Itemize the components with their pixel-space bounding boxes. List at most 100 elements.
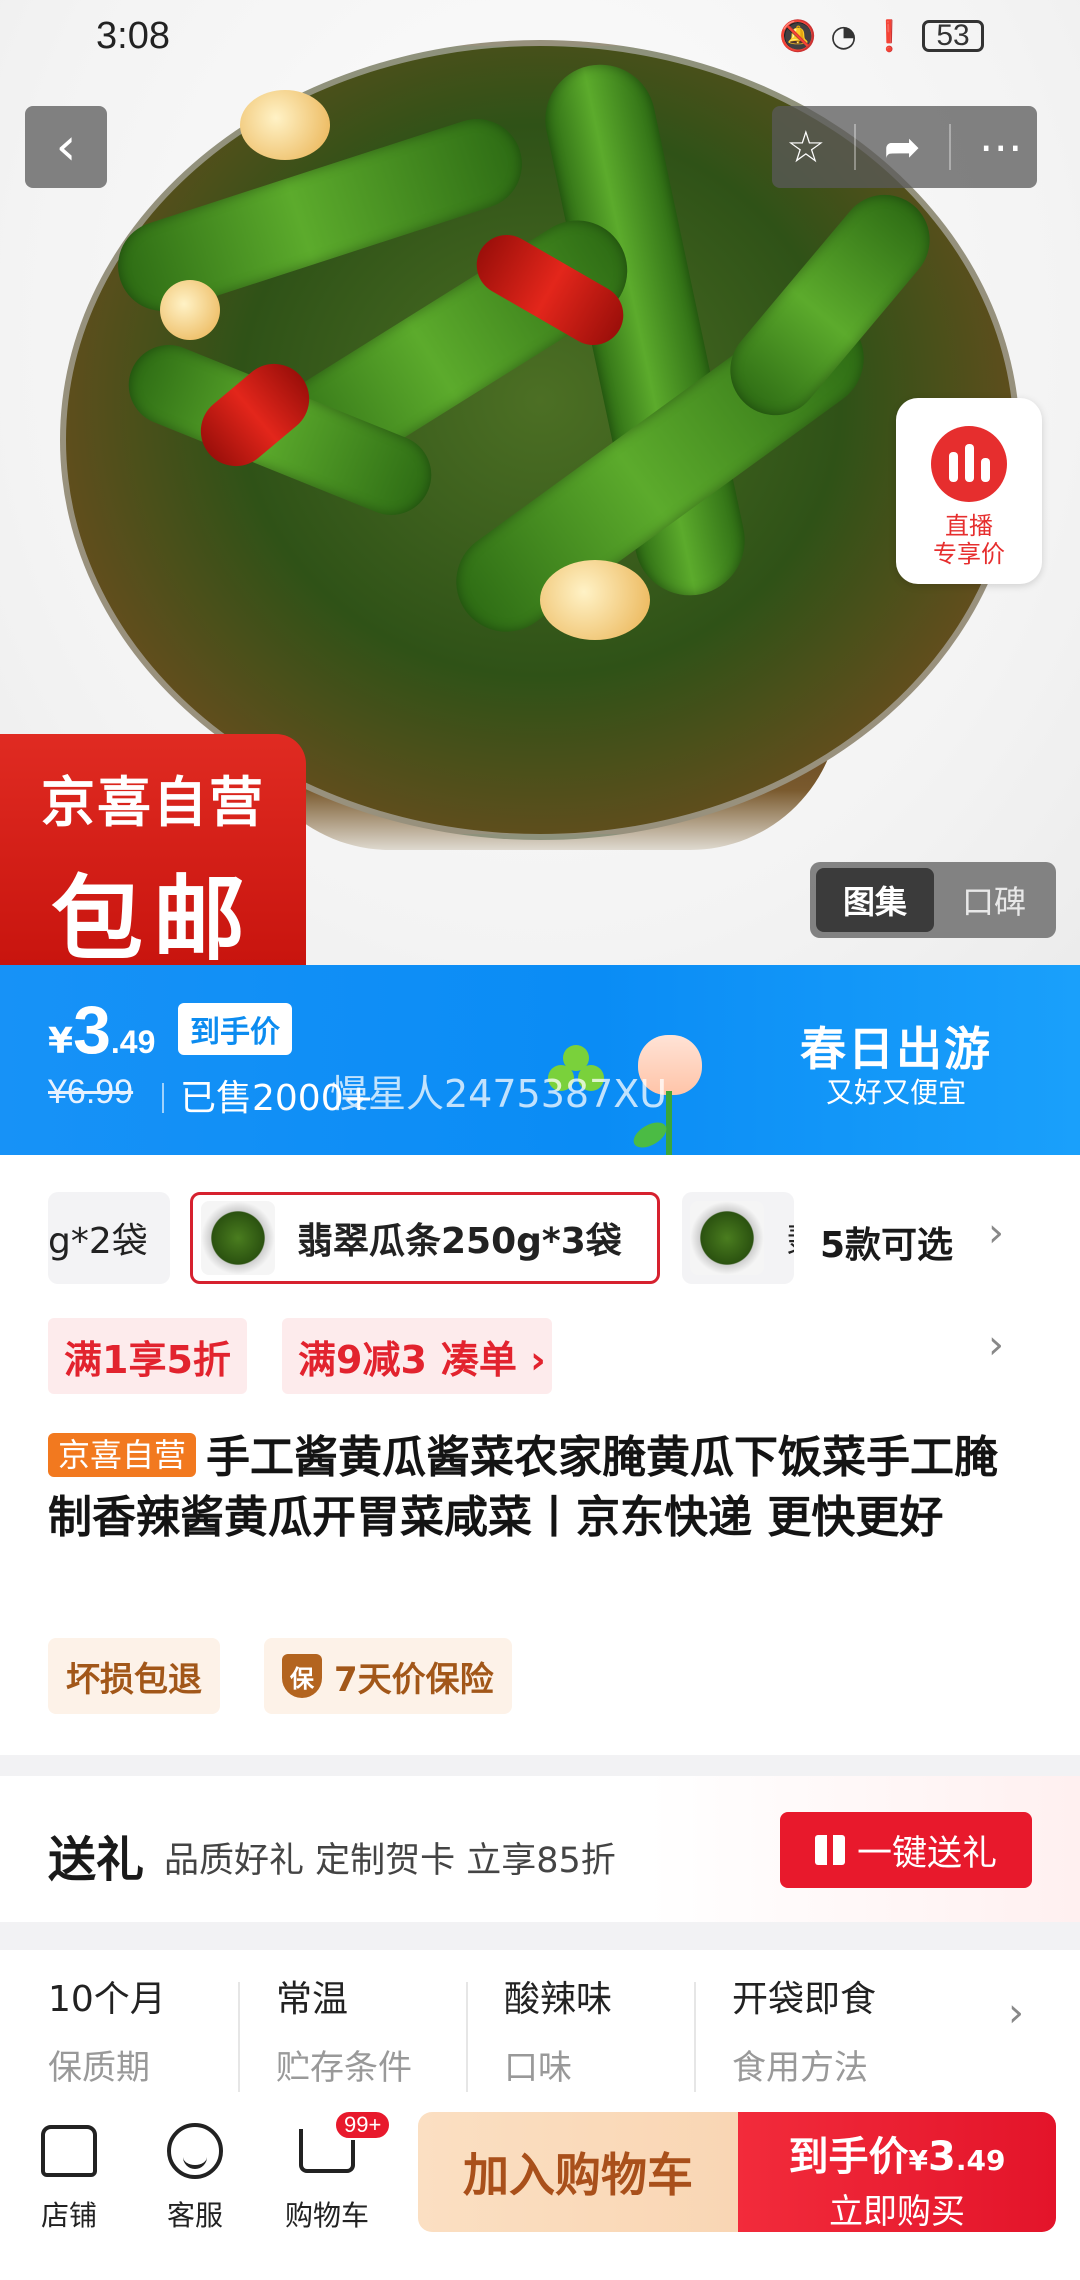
final-price-tag: 到手价 xyxy=(178,1003,292,1055)
buy-price-decimal: .49 xyxy=(955,2144,1006,2177)
attribute-key: 保质期 xyxy=(48,2048,150,2088)
sku-option[interactable]: g*2袋 xyxy=(48,1192,170,1284)
garlic-clove xyxy=(540,560,650,640)
status-bar: 3:08 🔕 ◔ ❗ 53 xyxy=(0,0,1080,72)
shield-icon: 保 xyxy=(282,1654,322,1698)
price-currency: ¥ xyxy=(48,1021,74,1062)
attribute-item: 常温 贮存条件 xyxy=(276,1970,476,2089)
service-tag[interactable]: 坏损包退 xyxy=(48,1638,220,1714)
mute-bell-icon: 🔕 xyxy=(779,18,817,54)
cart-button[interactable]: 99+ 购物车 xyxy=(272,2110,392,2234)
gift-icon xyxy=(814,1835,845,1865)
chevron-left-icon: ‹ xyxy=(55,117,77,177)
campaign-subtitle: 又好又便宜 xyxy=(826,1076,967,1109)
customer-service-icon xyxy=(167,2123,223,2179)
add-on-link[interactable]: 凑单 › xyxy=(441,1329,546,1384)
tab-reviews[interactable]: 口碑 xyxy=(938,868,1050,932)
add-to-cart-button[interactable]: 加入购物车 xyxy=(418,2112,738,2232)
self-operated-badge: 京喜自营 xyxy=(48,1433,197,1477)
attributes-row[interactable]: 10个月 保质期 常温 贮存条件 酸辣味 口味 开袋即食 食用方法 › xyxy=(0,1950,1080,2098)
chevron-right-icon[interactable]: › xyxy=(988,1210,1004,1256)
status-time: 3:08 xyxy=(96,14,170,57)
sku-thumbnail xyxy=(690,1201,764,1275)
attribute-key: 口味 xyxy=(504,2048,572,2088)
attribute-value: 常温 xyxy=(276,1979,349,2020)
sku-option-label: g*2袋 xyxy=(48,1221,148,1262)
divider xyxy=(466,1982,468,2092)
store-label: 店铺 xyxy=(40,2199,97,2232)
buy-price-currency: ¥ xyxy=(908,2144,929,2177)
service-tag-label: 7天价保险 xyxy=(334,1659,494,1700)
divider xyxy=(948,124,951,170)
divider xyxy=(162,1083,164,1113)
live-price-label: 直播 专享价 xyxy=(933,512,1005,568)
favorite-star-icon[interactable]: ☆ xyxy=(786,122,825,173)
buy-price-label: 到手价 xyxy=(788,2134,909,2180)
divider xyxy=(853,124,856,170)
live-price-button[interactable]: 直播 专享价 xyxy=(896,398,1042,584)
attribute-value: 酸辣味 xyxy=(504,1979,613,2020)
username-watermark: 慢星人2475387XU xyxy=(330,1072,668,1116)
price-decimal: .49 xyxy=(110,1024,156,1060)
sku-option-label: 翡 xyxy=(786,1212,794,1264)
gift-subtitle: 品质好礼 定制贺卡 立享85折 xyxy=(164,1841,616,1881)
status-icons: 🔕 ◔ ❗ 53 xyxy=(779,19,984,54)
gift-section: 送礼 品质好礼 定制贺卡 立享85折 一键送礼 xyxy=(0,1776,1080,1922)
customer-service-label: 客服 xyxy=(166,2199,223,2232)
promo-tag-label: 满9减3 xyxy=(298,1337,427,1382)
sku-option-label: 翡翠瓜条250g*3袋 xyxy=(297,1221,622,1262)
badge-line1: 京喜自营 xyxy=(41,771,265,834)
garlic-clove xyxy=(160,280,220,340)
send-gift-button[interactable]: 一键送礼 xyxy=(780,1812,1032,1888)
buy-now-price: 到手价¥3.49 xyxy=(738,2124,1056,2182)
price-bar: ¥ 3 .49 到手价 ¥6.99 已售2000+ 慢星人2475387XU 春… xyxy=(0,965,1080,1161)
promo-tag[interactable]: 满1享5折 xyxy=(48,1318,247,1394)
attribute-key: 贮存条件 xyxy=(276,2048,412,2088)
more-icon[interactable]: ⋯ xyxy=(979,122,1023,173)
sku-thumbnail xyxy=(201,1201,275,1275)
jingxi-free-shipping-badge: 京喜自营 包邮 xyxy=(0,734,306,965)
battery-icon: 53 xyxy=(922,19,984,52)
live-bars-icon xyxy=(931,426,1007,502)
alert-icon: ❗ xyxy=(870,18,908,54)
attribute-item: 开袋即食 食用方法 xyxy=(732,1970,932,2089)
gallery-toggle: 图集 口碑 xyxy=(810,862,1056,938)
sku-count[interactable]: 5款可选 xyxy=(820,1216,953,1268)
wifi-icon: ◔ xyxy=(830,18,857,54)
buy-now-button[interactable]: 到手价¥3.49 立即购买 xyxy=(738,2112,1056,2232)
sku-option[interactable]: 翡 xyxy=(682,1192,794,1284)
original-price: ¥6.99 xyxy=(48,1073,134,1111)
price-integer: 3 xyxy=(73,992,111,1068)
attribute-value: 10个月 xyxy=(48,1979,166,2020)
attribute-item: 酸辣味 口味 xyxy=(504,1970,704,2089)
tab-gallery[interactable]: 图集 xyxy=(816,868,934,932)
bottom-action-bar: 店铺 客服 99+ 购物车 加入购物车 到手价¥3.49 立即购买 xyxy=(0,2098,1080,2280)
top-action-group: ☆ ➦ ⋯ xyxy=(772,106,1037,188)
product-title: 京喜自营 手工酱黄瓜酱菜农家腌黄瓜下饭菜手工腌制香辣酱黄瓜开胃菜咸菜丨京东快递 更… xyxy=(48,1428,1038,1548)
promo-tag[interactable]: 满9减3 凑单 › xyxy=(282,1318,552,1394)
sku-option-selected[interactable]: 翡翠瓜条250g*3袋 xyxy=(190,1192,660,1284)
send-gift-label: 一键送礼 xyxy=(856,1833,997,1874)
sku-selector: g*2袋 翡翠瓜条250g*3袋 翡 5款可选 › xyxy=(0,1182,1080,1296)
product-detail-page: 3:08 🔕 ◔ ❗ 53 ‹ ☆ ➦ ⋯ 直播 专享价 京喜自营 包邮 图集 … xyxy=(0,0,1080,2280)
service-tag[interactable]: 保 7天价保险 xyxy=(264,1638,512,1714)
share-icon[interactable]: ➦ xyxy=(884,122,921,173)
buy-price-integer: 3 xyxy=(928,2134,956,2180)
divider xyxy=(238,1982,240,2092)
garlic-clove xyxy=(240,90,330,160)
customer-service-button[interactable]: 客服 xyxy=(140,2116,250,2234)
gift-title: 送礼 xyxy=(48,1832,145,1888)
cart-label: 购物车 xyxy=(284,2199,369,2232)
final-price: ¥ 3 .49 xyxy=(48,991,155,1069)
chevron-right-icon[interactable]: › xyxy=(1008,1990,1024,2036)
attribute-key: 食用方法 xyxy=(732,2048,868,2088)
back-button[interactable]: ‹ xyxy=(25,106,107,188)
promotion-row[interactable]: 满1享5折 满9减3 凑单 › › xyxy=(0,1310,1080,1402)
chevron-right-icon[interactable]: › xyxy=(988,1322,1004,1368)
attribute-item: 10个月 保质期 xyxy=(48,1970,248,2089)
product-image-carousel[interactable]: 3:08 🔕 ◔ ❗ 53 ‹ ☆ ➦ ⋯ 直播 专享价 京喜自营 包邮 图集 … xyxy=(0,0,1080,965)
store-icon xyxy=(41,2125,97,2177)
cart-count-badge: 99+ xyxy=(334,2110,392,2140)
store-button[interactable]: 店铺 xyxy=(14,2116,124,2234)
buy-now-label: 立即购买 xyxy=(829,2192,965,2232)
